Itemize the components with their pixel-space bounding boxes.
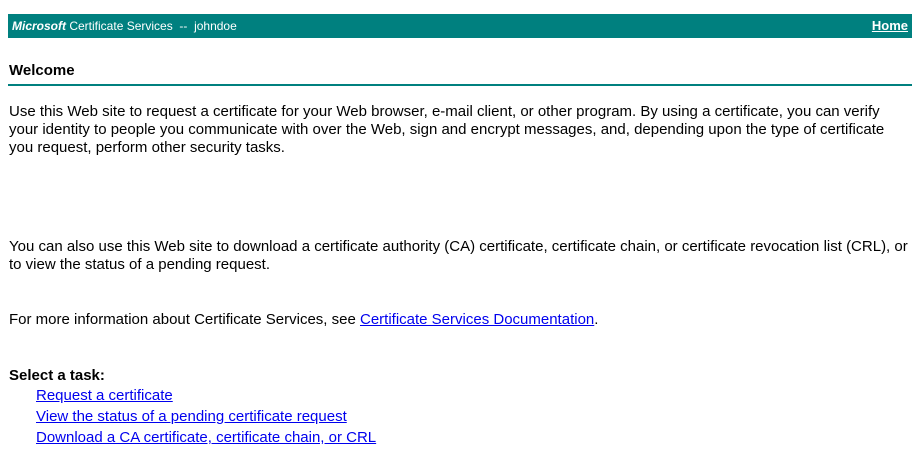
title-divider [8,84,912,86]
home-link[interactable]: Home [872,19,908,33]
service-name: Certificate Services [69,19,173,33]
task-heading: Select a task: [9,367,105,384]
download-paragraph: You can also use this Web site to downlo… [9,238,908,273]
documentation-link[interactable]: Certificate Services Documentation [360,311,594,328]
pending-request-status-link[interactable]: View the status of a pending certificate… [36,408,347,425]
header-title: Microsoft Certificate Services -- johndo… [12,19,237,33]
more-info-text: For more information about Certificate S… [9,311,360,328]
page-title: Welcome [9,62,75,79]
download-ca-certificate-link[interactable]: Download a CA certificate, certificate c… [36,429,376,446]
intro-paragraph: Use this Web site to request a certifica… [9,103,885,156]
user-name: johndoe [194,19,237,33]
task-item-download: Download a CA certificate, certificate c… [36,427,376,448]
task-item-status: View the status of a pending certificate… [36,406,376,427]
task-item-request: Request a certificate [36,385,376,406]
task-list: Request a certificate View the status of… [36,385,376,448]
more-info-paragraph: For more information about Certificate S… [9,311,909,329]
header-bar: Microsoft Certificate Services -- johndo… [8,14,912,38]
title-separator: -- [179,19,188,33]
brand-name: Microsoft [12,19,66,33]
more-info-period: . [594,311,599,328]
request-certificate-link[interactable]: Request a certificate [36,387,173,404]
